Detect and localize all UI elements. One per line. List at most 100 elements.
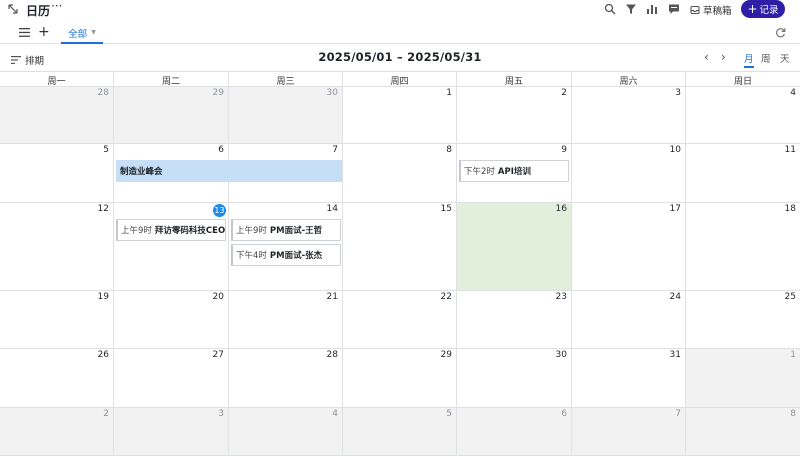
day-cell[interactable]: 3 [572,87,686,144]
plus-icon: + [747,2,758,16]
day-cell[interactable]: 25 [686,291,800,349]
day-cell[interactable]: 29 [114,87,229,144]
comment-icon[interactable] [668,3,680,15]
day-number: 17 [669,204,681,214]
event-pm-interview-2[interactable]: 下午4时 PM面试-张杰 [231,244,341,266]
day-number: 7 [675,409,681,419]
day-cell[interactable]: 29 [343,349,457,408]
filter-icon[interactable] [625,3,637,15]
day-number: 30 [555,350,567,360]
weekday-label: 周四 [343,72,457,88]
day-cell[interactable]: 1 [343,87,457,144]
day-number: 9 [561,145,567,155]
weekday-label: 周一 [0,72,114,88]
event-time: 上午9时 [121,226,152,236]
day-number: 22 [440,292,452,302]
day-cell[interactable]: 8 [686,408,800,456]
month-grid: 周一 周二 周三 周四 周五 周六 周日 28 29 30 1 2 3 4 5 6 7 8 9 10 11… [0,71,800,456]
day-cell[interactable]: 30 [229,87,343,144]
day-number: 3 [218,409,224,419]
add-record-button[interactable]: + 记录 [741,0,785,18]
day-cell[interactable]: 11 [686,144,800,203]
next-month-button[interactable]: › [721,50,726,64]
day-cell[interactable]: 17 [572,203,686,291]
day-number: 26 [97,350,109,360]
chart-icon[interactable] [646,3,658,15]
calendar-header: 排期 2025/05/01 – 2025/05/31 ‹ › 月 周 天 [0,44,800,71]
day-cell[interactable]: 5 [343,408,457,456]
refresh-icon[interactable] [775,27,786,38]
day-cell[interactable]: 16 [457,203,572,291]
day-cell[interactable]: 13 [114,203,229,291]
day-cell[interactable]: 28 [229,349,343,408]
day-number: 5 [446,409,452,419]
drafts-label: 草稿箱 [703,6,732,17]
day-number: 5 [103,145,109,155]
day-cell[interactable]: 22 [343,291,457,349]
day-cell[interactable]: 8 [343,144,457,203]
event-pm-interview-1[interactable]: 上午9时 PM面试-王哲 [231,219,341,241]
day-number: 2 [561,88,567,98]
day-cell[interactable]: 30 [457,349,572,408]
more-icon[interactable]: ··· [51,0,62,13]
day-cell[interactable]: 2 [0,408,114,456]
day-cell[interactable]: 23 [457,291,572,349]
day-cell[interactable]: 19 [0,291,114,349]
day-cell[interactable]: 20 [114,291,229,349]
event-api-training[interactable]: 下午2时 API培训 [459,160,569,182]
weekday-label: 周三 [229,72,343,88]
day-number: 29 [212,88,224,98]
day-cell[interactable]: 28 [0,87,114,144]
view-month-tab[interactable]: 月 [744,51,754,68]
day-number: 31 [669,350,681,360]
day-number: 6 [218,145,224,155]
event-ceo-visit[interactable]: 上午9时 拜访零码科技CEO [116,219,226,241]
day-number: 6 [561,409,567,419]
prev-month-button[interactable]: ‹ [704,50,709,64]
day-cell[interactable]: 26 [0,349,114,408]
day-cell[interactable]: 4 [229,408,343,456]
day-cell[interactable]: 6 [457,408,572,456]
event-manufacturing-summit[interactable]: 制造业峰会 [116,160,342,182]
day-number: 18 [784,204,796,214]
day-number: 8 [790,409,796,419]
day-number: 7 [332,145,338,155]
view-day-tab[interactable]: 天 [780,51,790,65]
day-cell[interactable]: 10 [572,144,686,203]
day-cell[interactable]: 1 [686,349,800,408]
drafts-button[interactable]: 草稿箱 [690,3,732,17]
day-cell[interactable]: 27 [114,349,229,408]
day-cell[interactable]: 15 [343,203,457,291]
day-cell[interactable]: 21 [229,291,343,349]
day-number: 19 [97,292,109,302]
day-number: 1 [446,88,452,98]
day-cell[interactable]: 7 [572,408,686,456]
inbox-icon [690,5,700,15]
day-number: 10 [669,145,681,155]
day-cell[interactable]: 18 [686,203,800,291]
tab-all[interactable]: 全部 ▼ [61,23,103,44]
app-title: 日历 [26,4,51,18]
expand-icon[interactable] [7,3,19,15]
weekday-header: 周一 周二 周三 周四 周五 周六 周日 [0,71,800,88]
day-number: 21 [326,292,338,302]
day-number: 3 [675,88,681,98]
day-cell[interactable]: 2 [457,87,572,144]
weekday-label: 周二 [114,72,229,88]
search-icon[interactable] [604,3,616,15]
menu-icon[interactable] [19,28,30,37]
day-cell[interactable]: 4 [686,87,800,144]
day-number: 23 [555,292,567,302]
day-cell[interactable]: 31 [572,349,686,408]
add-view-icon[interactable]: + [38,24,50,40]
day-number: 1 [790,350,796,360]
day-cell[interactable]: 3 [114,408,229,456]
top-bar: 日历 ··· 草稿箱 + 记录 [0,0,800,20]
day-cell[interactable]: 12 [0,203,114,291]
event-name: 拜访零码科技CEO [154,226,226,236]
day-cell[interactable]: 5 [0,144,114,203]
event-time: 上午9时 [236,226,267,236]
day-cell[interactable]: 24 [572,291,686,349]
view-week-tab[interactable]: 周 [761,51,771,65]
day-number: 25 [784,292,796,302]
